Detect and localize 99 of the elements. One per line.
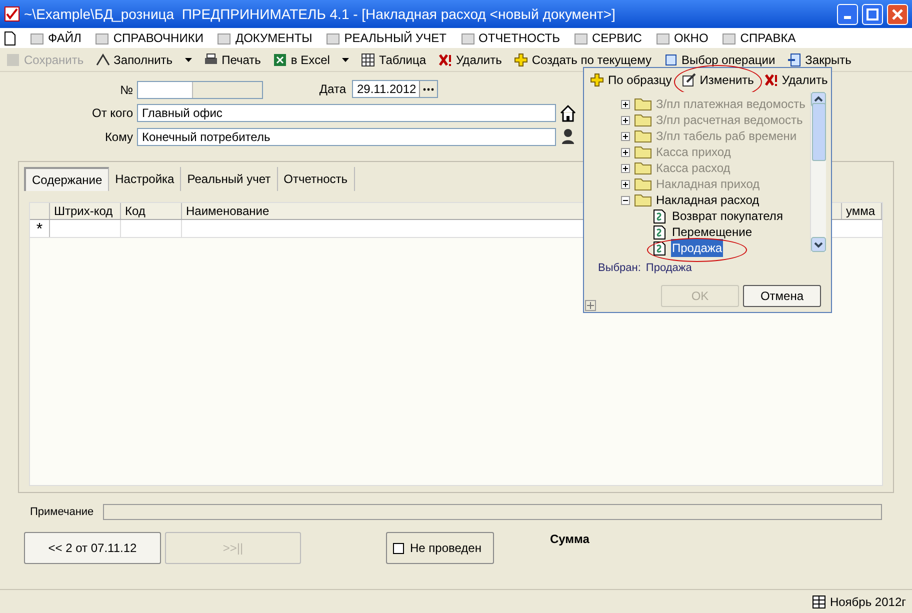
posted-toggle[interactable]: Не проведен [386,532,494,564]
spreadsheet-icon [272,52,287,66]
exit-icon [787,52,802,66]
date-field[interactable]: 29.11.2012 [352,80,438,98]
sender-field[interactable]: Главный офис [137,104,556,122]
minimize-icon [844,16,851,18]
tree-toggle[interactable] [621,196,630,204]
field-label: Дата [318,81,346,98]
document-icon [4,30,16,46]
menu-glyph-icon [217,32,232,44]
folder-icon [634,161,652,175]
column-header[interactable]: Код [121,203,182,219]
document-icon [652,240,667,256]
menu-item[interactable]: СЕРВИС [574,29,642,47]
scroll-down-icon [811,237,826,252]
table-icon [360,52,375,66]
expand-icon [621,100,630,108]
column-header[interactable]: Штрих-код [50,203,121,219]
tab[interactable]: Реальный учет [181,167,278,191]
edit-icon [682,73,696,87]
folder-icon [634,129,652,143]
document-icon [652,224,667,240]
menu-item[interactable]: ОТЧЕТНОСТЬ [460,29,560,47]
chosen-value: Продажа [646,261,692,276]
previous-button[interactable]: << 2 от 07.11.12 [24,532,161,564]
expand-icon [621,132,630,140]
menu-glyph-icon [722,32,736,44]
toolbar-button[interactable]: Удалить [764,71,828,89]
minimize-button[interactable] [837,4,858,24]
menu-glyph-icon [574,32,588,44]
close-button[interactable] [887,4,908,24]
period-label: Ноябрь 2012г [830,594,906,610]
menu-glyph-icon [656,32,670,44]
delete-icon [438,52,452,66]
field-label: Кому [104,129,133,146]
menu-item[interactable]: ОКНО [656,29,708,47]
tab[interactable]: Содержание [24,167,110,191]
folder-icon [634,113,652,127]
toolbar-button[interactable]: Удалить [438,50,502,68]
toolbar-button[interactable]: Изменить [682,71,754,89]
field-label: № [119,82,133,99]
menu-glyph-icon [326,32,340,44]
menu-glyph-icon [460,32,475,44]
recipient-field[interactable]: Конечный потребитель [137,128,556,146]
scroll-thumb[interactable] [812,103,826,161]
toolbar-button[interactable]: Закрыть [787,50,852,68]
scrollbar[interactable] [810,92,826,252]
collapse-icon [621,196,630,204]
field-label: Выбран: [598,261,641,276]
menu-item[interactable]: СПРАВКА [722,29,796,47]
menu-item[interactable]: ДОКУМЕНТЫ [217,29,312,47]
calendar-icon [812,594,826,608]
number-field[interactable] [137,81,263,99]
date-picker-button[interactable] [419,81,437,97]
person-icon [561,128,575,144]
sum-label: Сумма [550,531,590,548]
close-icon [891,8,904,20]
delete-icon [764,73,778,87]
checkbox-icon [4,6,20,22]
folder-icon [634,145,652,159]
maximize-button[interactable] [862,4,883,24]
toolbar-button[interactable]: Таблица [360,50,426,68]
window-icon [664,52,678,66]
menu-glyph-icon [30,32,44,44]
toolbar-button[interactable]: Заполнить [96,50,173,68]
house-icon [559,104,577,122]
expand-icon [621,148,630,156]
menu-item[interactable]: СПРАВОЧНИКИ [95,29,204,47]
toolbar-button[interactable]: По образцу [590,71,672,89]
tree-item[interactable]: Перемещение [671,223,753,241]
ellipsis-icon [423,88,434,90]
document-icon [652,208,667,224]
folder-icon [634,177,652,191]
folder-icon [634,97,652,111]
window-title: ~\Example\БД_розница ПРЕДПРИНИМАТЕЛЬ 4.1 - [Накладная расход <новый документ>] [24,4,616,24]
toolbar-button[interactable]: Создать по текущему [514,50,652,68]
menu-item[interactable]: ФАЙЛ [30,29,82,47]
open-folder-icon [634,193,652,207]
expand-icon [621,180,630,188]
maximize-icon [866,8,879,20]
toolbar-button[interactable]: Печать [204,50,261,68]
tab[interactable]: Отчетность [278,167,355,191]
toolbar-button[interactable]: в Excel [272,50,330,68]
cancel-button[interactable]: Отмена [743,284,821,306]
note-field[interactable] [102,504,882,520]
toolbar-button[interactable]: Выбор операции [664,50,776,68]
menu-glyph-icon [95,32,110,44]
tab[interactable]: Настройка [109,167,182,191]
menu-item[interactable]: РЕАЛЬНЫЙ УЧЕТ [326,29,447,47]
field-label: От кого [90,105,133,122]
expand-icon [621,164,630,172]
expand-icon [621,116,630,124]
column-header[interactable]: умма [842,203,882,219]
field-label: Примечание [30,504,94,520]
plus-icon [514,52,528,66]
checkbox[interactable] [393,542,404,554]
plus-icon [590,73,604,87]
printer-icon [204,52,218,66]
tree-item[interactable]: Продажа [671,239,724,257]
